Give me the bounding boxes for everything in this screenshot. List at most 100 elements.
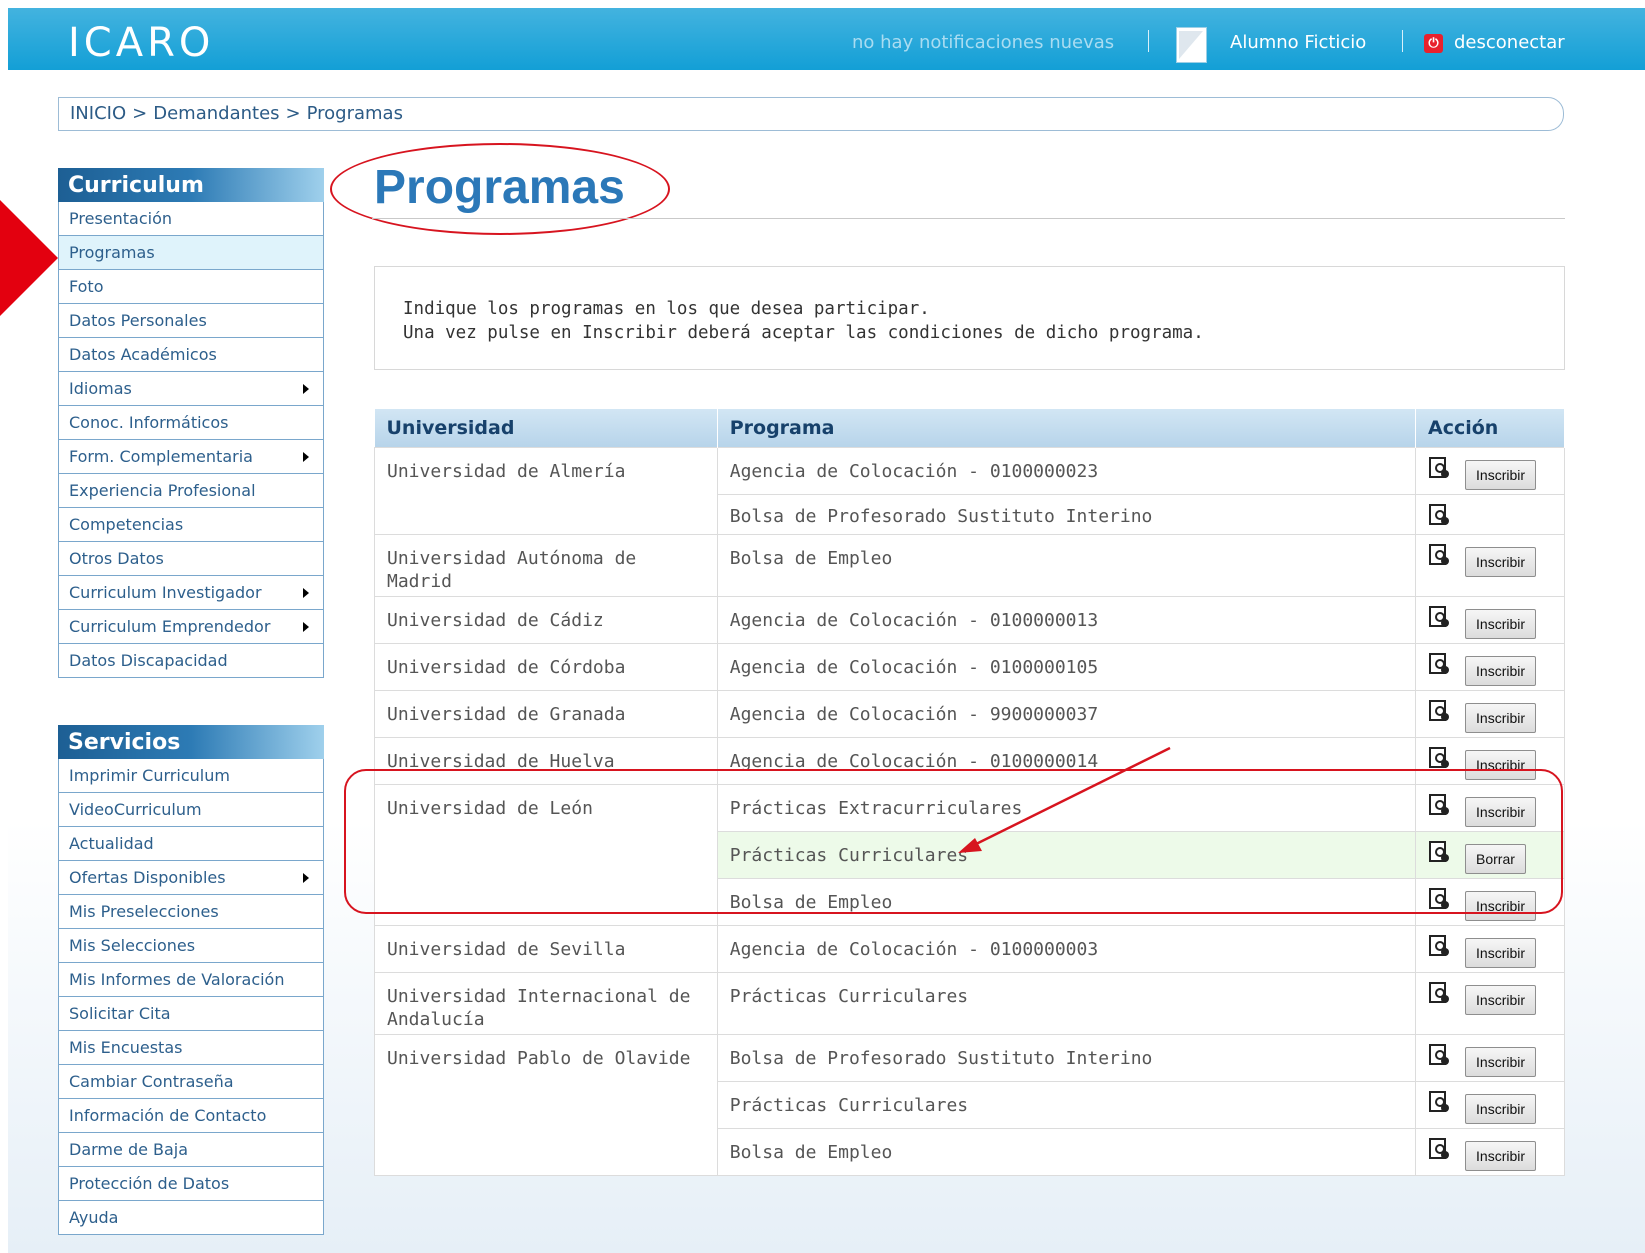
sidebar-item-label: Datos Discapacidad [69, 651, 228, 670]
table-cell-programa: Agencia de Colocación - 9900000037 [716, 689, 1417, 738]
table-cell-programa: Bolsa de Empleo [716, 533, 1417, 597]
sidebar-item-foto[interactable]: Foto [59, 270, 323, 304]
document-magnifier-icon[interactable] [1428, 746, 1448, 769]
sidebar-item-informacion-contacto[interactable]: Información de Contacto [59, 1099, 323, 1133]
document-magnifier-icon[interactable] [1428, 543, 1448, 566]
sidebar-item-datos-personales[interactable]: Datos Personales [59, 304, 323, 338]
sidebar-item-datos-academicos[interactable]: Datos Académicos [59, 338, 323, 372]
table-row: Universidad de Granada Agencia de Coloca… [374, 689, 1565, 738]
sidebar-item-ayuda[interactable]: Ayuda [59, 1201, 323, 1235]
sidebar-item-videocurriculum[interactable]: VideoCurriculum [59, 793, 323, 827]
document-magnifier-icon[interactable] [1428, 605, 1448, 628]
sidebar-item-imprimir-curriculum[interactable]: Imprimir Curriculum [59, 759, 323, 793]
table-row: Universidad Autónoma de Madrid Bolsa de … [374, 533, 1565, 597]
sidebar-item-ofertas-disponibles[interactable]: Ofertas Disponibles [59, 861, 323, 895]
sidebar-item-label: Conoc. Informáticos [69, 413, 229, 432]
table-cell-programa: Agencia de Colocación - 0100000023 [716, 446, 1417, 495]
sidebar-item-label: Curriculum Emprendedor [69, 617, 271, 636]
sidebar-item-actualidad[interactable]: Actualidad [59, 827, 323, 861]
document-magnifier-icon[interactable] [1428, 1090, 1448, 1113]
breadcrumb-separator: > [285, 103, 301, 124]
sidebar-item-curriculum-investigador[interactable]: Curriculum Investigador [59, 576, 323, 610]
breadcrumb-programas[interactable]: Programas [307, 103, 403, 124]
document-magnifier-icon[interactable] [1428, 1137, 1448, 1160]
table-cell-universidad: Universidad de Córdoba [374, 642, 718, 691]
header-divider [1402, 30, 1403, 52]
inscribir-button[interactable]: Inscribir [1465, 459, 1537, 490]
breadcrumb-inicio[interactable]: INICIO [70, 103, 126, 124]
document-magnifier-icon[interactable] [1428, 699, 1448, 722]
sidebar-item-label: Presentación [69, 209, 173, 228]
sidebar-item-mis-encuestas[interactable]: Mis Encuestas [59, 1031, 323, 1065]
logout-link[interactable]: desconectar [1454, 32, 1565, 53]
sidebar-item-otros-datos[interactable]: Otros Datos [59, 542, 323, 576]
document-magnifier-icon[interactable] [1428, 503, 1448, 526]
sidebar-item-mis-preselecciones[interactable]: Mis Preselecciones [59, 895, 323, 929]
sidebar-item-form-complementaria[interactable]: Form. Complementaria [59, 440, 323, 474]
inscribir-button[interactable]: Inscribir [1465, 984, 1537, 1015]
annotation-arrow-left [0, 200, 58, 316]
user-avatar[interactable] [1176, 27, 1207, 63]
app-logo[interactable]: ICARO [68, 20, 214, 66]
sidebar-item-mis-selecciones[interactable]: Mis Selecciones [59, 929, 323, 963]
document-magnifier-icon[interactable] [1428, 456, 1448, 479]
sidebar-item-darme-de-baja[interactable]: Darme de Baja [59, 1133, 323, 1167]
table-cell-accion: Inscribir [1415, 1080, 1565, 1129]
inscribir-button[interactable]: Inscribir [1465, 1093, 1537, 1124]
sidebar-item-proteccion-datos[interactable]: Protección de Datos [59, 1167, 323, 1201]
document-magnifier-icon[interactable] [1428, 1043, 1448, 1066]
table-cell-universidad: Universidad de Sevilla [374, 924, 718, 973]
power-icon[interactable]: ⏻ [1424, 34, 1443, 53]
inscribir-button[interactable]: Inscribir [1465, 546, 1537, 577]
table-cell-universidad: Universidad de Cádiz [374, 595, 718, 644]
table-cell-accion: Inscribir [1415, 971, 1565, 1035]
sidebar-item-label: Experiencia Profesional [69, 481, 256, 500]
sidebar-item-label: Imprimir Curriculum [69, 766, 230, 785]
table-cell-programa: Agencia de Colocación - 0100000013 [716, 595, 1417, 644]
sidebar-item-conoc-informaticos[interactable]: Conoc. Informáticos [59, 406, 323, 440]
sidebar-item-label: Información de Contacto [69, 1106, 267, 1125]
sidebar-item-label: Solicitar Cita [69, 1004, 171, 1023]
table-cell-programa: Prácticas Curriculares [716, 1080, 1417, 1129]
sidebar-item-competencias[interactable]: Competencias [59, 508, 323, 542]
sidebar-item-presentacion[interactable]: Presentación [59, 202, 323, 236]
table-cell-programa: Bolsa de Empleo [716, 1127, 1417, 1176]
sidebar-servicios: Servicios Imprimir Curriculum VideoCurri… [58, 725, 324, 1235]
notifications-link[interactable]: no hay notificaciones nuevas [852, 32, 1114, 53]
sidebar-curriculum-list: Presentación Programas Foto Datos Person… [58, 202, 324, 678]
table-row: Universidad Internacional de Andalucía P… [374, 971, 1565, 1035]
breadcrumb-demandantes[interactable]: Demandantes [153, 103, 279, 124]
sidebar-item-cambiar-contrasena[interactable]: Cambiar Contraseña [59, 1065, 323, 1099]
inscribir-button[interactable]: Inscribir [1465, 608, 1537, 639]
caret-right-icon [303, 384, 309, 394]
inscribir-button[interactable]: Inscribir [1465, 655, 1537, 686]
sidebar-item-experiencia-profesional[interactable]: Experiencia Profesional [59, 474, 323, 508]
table-cell-accion: Inscribir [1415, 1127, 1565, 1176]
column-header-accion: Acción [1415, 409, 1565, 447]
sidebar-item-programas[interactable]: Programas [59, 236, 323, 270]
sidebar-item-curriculum-emprendedor[interactable]: Curriculum Emprendedor [59, 610, 323, 644]
sidebar-item-label: Otros Datos [69, 549, 164, 568]
document-magnifier-icon[interactable] [1428, 981, 1448, 1004]
sidebar-curriculum-title: Curriculum [58, 168, 324, 202]
inscribir-button[interactable]: Inscribir [1465, 937, 1537, 968]
sidebar-curriculum: Curriculum Presentación Programas Foto D… [58, 168, 324, 678]
sidebar-item-idiomas[interactable]: Idiomas [59, 372, 323, 406]
sidebar-item-solicitar-cita[interactable]: Solicitar Cita [59, 997, 323, 1031]
sidebar-item-label: Ofertas Disponibles [69, 868, 226, 887]
table-cell-universidad: Universidad Pablo de Olavide [374, 1033, 718, 1176]
inscribir-button[interactable]: Inscribir [1465, 1046, 1537, 1077]
document-magnifier-icon[interactable] [1428, 652, 1448, 675]
inscribir-button[interactable]: Inscribir [1465, 1140, 1537, 1171]
table-row: Universidad Pablo de Olavide Bolsa de Pr… [374, 1033, 1565, 1176]
table-cell-accion: Inscribir [1415, 446, 1565, 495]
document-magnifier-icon[interactable] [1428, 934, 1448, 957]
sidebar-item-datos-discapacidad[interactable]: Datos Discapacidad [59, 644, 323, 678]
user-name-link[interactable]: Alumno Ficticio [1230, 32, 1366, 53]
sidebar-item-label: Mis Informes de Valoración [69, 970, 285, 989]
table-row: Universidad de Almería Agencia de Coloca… [374, 446, 1565, 535]
inscribir-button[interactable]: Inscribir [1465, 702, 1537, 733]
sidebar-item-mis-informes[interactable]: Mis Informes de Valoración [59, 963, 323, 997]
table-cell-accion: Inscribir [1415, 642, 1565, 691]
sidebar-item-label: Programas [69, 243, 155, 262]
